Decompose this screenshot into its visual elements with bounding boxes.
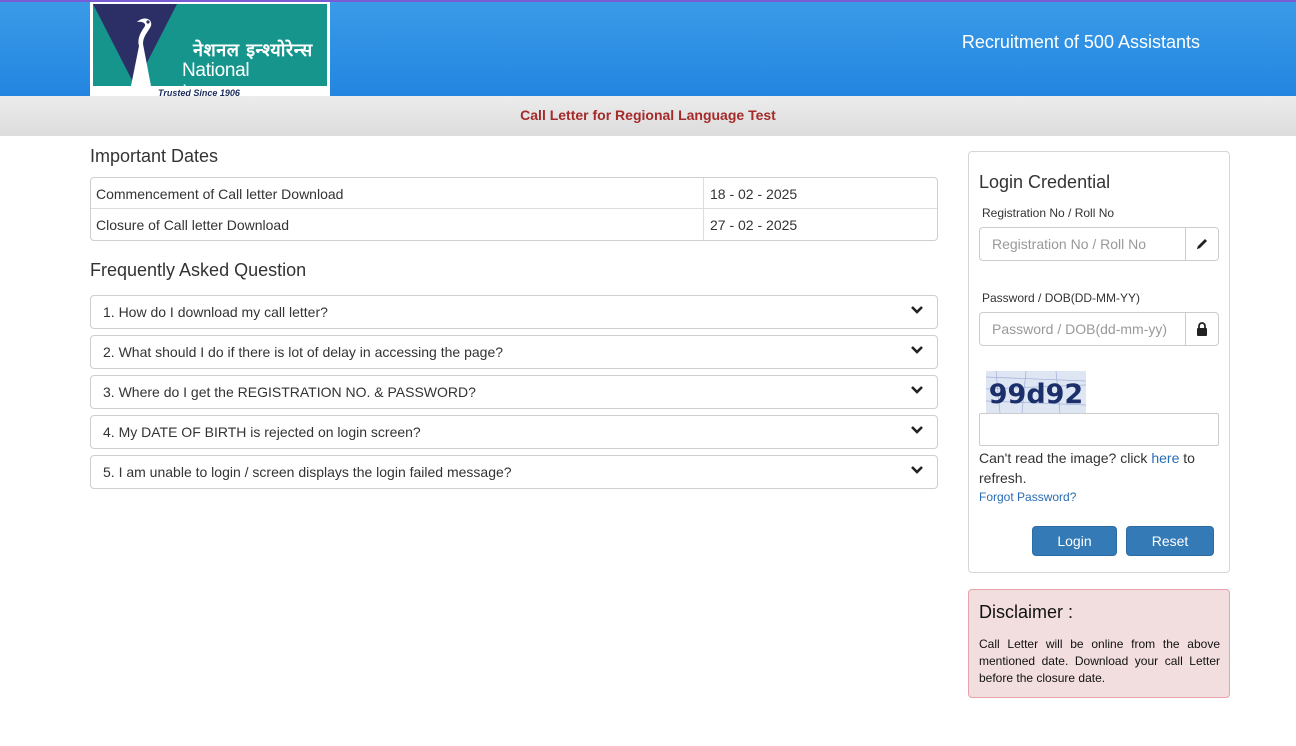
login-panel: Login Credential Registration No / Roll … <box>968 151 1230 573</box>
reset-button[interactable]: Reset <box>1126 526 1214 556</box>
chevron-down-icon <box>911 422 923 438</box>
faq-item-1[interactable]: 1. How do I download my call letter? <box>90 295 938 329</box>
national-insurance-logo[interactable]: नेशनल इन्श्योरेन्स National Insurance Tr… <box>90 2 330 98</box>
date-label: Commencement of Call letter Download <box>91 178 704 208</box>
faq-question: 3. Where do I get the REGISTRATION NO. &… <box>103 384 476 400</box>
table-row: Commencement of Call letter Download 18 … <box>91 178 937 209</box>
chevron-down-icon <box>911 342 923 358</box>
lock-icon <box>1185 313 1218 345</box>
captcha-text: 99d92 <box>989 379 1083 410</box>
logo-panel: नेशनल इन्श्योरेन्स National Insurance <box>93 4 327 86</box>
faq-item-2[interactable]: 2. What should I do if there is lot of d… <box>90 335 938 369</box>
password-input-group <box>979 312 1219 346</box>
captcha-image: 99d92 <box>985 370 1087 414</box>
faq-question: 2. What should I do if there is lot of d… <box>103 344 504 360</box>
password-input[interactable] <box>980 313 1185 345</box>
logo-hindi-text: नेशनल इन्श्योरेन्स <box>193 40 313 61</box>
forgot-password-link[interactable]: Forgot Password? <box>979 490 1076 504</box>
important-dates-heading: Important Dates <box>90 146 219 166</box>
disclaimer-box: Disclaimer : Call Letter will be online … <box>968 589 1230 698</box>
faq-question: 4. My DATE OF BIRTH is rejected on login… <box>103 424 421 440</box>
captcha-input[interactable] <box>979 413 1219 446</box>
pencil-icon <box>1185 228 1218 260</box>
login-button[interactable]: Login <box>1032 526 1117 556</box>
date-value: 18 - 02 - 2025 <box>710 186 798 202</box>
registration-input-group <box>979 227 1219 261</box>
date-value: 27 - 02 - 2025 <box>710 217 798 233</box>
disclaimer-text: Call Letter will be online from the abov… <box>979 637 1220 685</box>
disclaimer-heading: Disclaimer : <box>979 602 1074 622</box>
logo-english-text: National Insurance <box>182 60 263 86</box>
registration-input[interactable] <box>980 228 1185 260</box>
login-heading: Login Credential <box>979 172 1111 192</box>
captcha-refresh-prefix: Can't read the image? click <box>979 450 1152 466</box>
chevron-down-icon <box>911 462 923 478</box>
captcha-refresh-link[interactable]: here <box>1151 450 1179 466</box>
faq-question: 1. How do I download my call letter? <box>103 304 328 320</box>
faq-question: 5. I am unable to login / screen display… <box>103 464 512 480</box>
date-label: Closure of Call letter Download <box>91 209 704 240</box>
faq-heading: Frequently Asked Question <box>90 260 307 280</box>
captcha-refresh-text: Can't read the image? click here to refr… <box>979 448 1219 488</box>
page-title: Call Letter for Regional Language Test <box>520 107 776 123</box>
table-row: Closure of Call letter Download 27 - 02 … <box>91 209 937 240</box>
recruitment-title: Recruitment of 500 Assistants <box>961 32 1200 52</box>
important-dates-table: Commencement of Call letter Download 18 … <box>90 177 938 241</box>
faq-item-4[interactable]: 4. My DATE OF BIRTH is rejected on login… <box>90 415 938 449</box>
registration-label: Registration No / Roll No <box>982 206 1115 220</box>
faq-item-3[interactable]: 3. Where do I get the REGISTRATION NO. &… <box>90 375 938 409</box>
subheader-bar: Call Letter for Regional Language Test <box>0 96 1296 136</box>
site-header: नेशनल इन्श्योरेन्स National Insurance Tr… <box>0 0 1296 98</box>
faq-item-5[interactable]: 5. I am unable to login / screen display… <box>90 455 938 489</box>
password-label: Password / DOB(DD-MM-YY) <box>982 291 1141 305</box>
chevron-down-icon <box>911 302 923 318</box>
chevron-down-icon <box>911 382 923 398</box>
